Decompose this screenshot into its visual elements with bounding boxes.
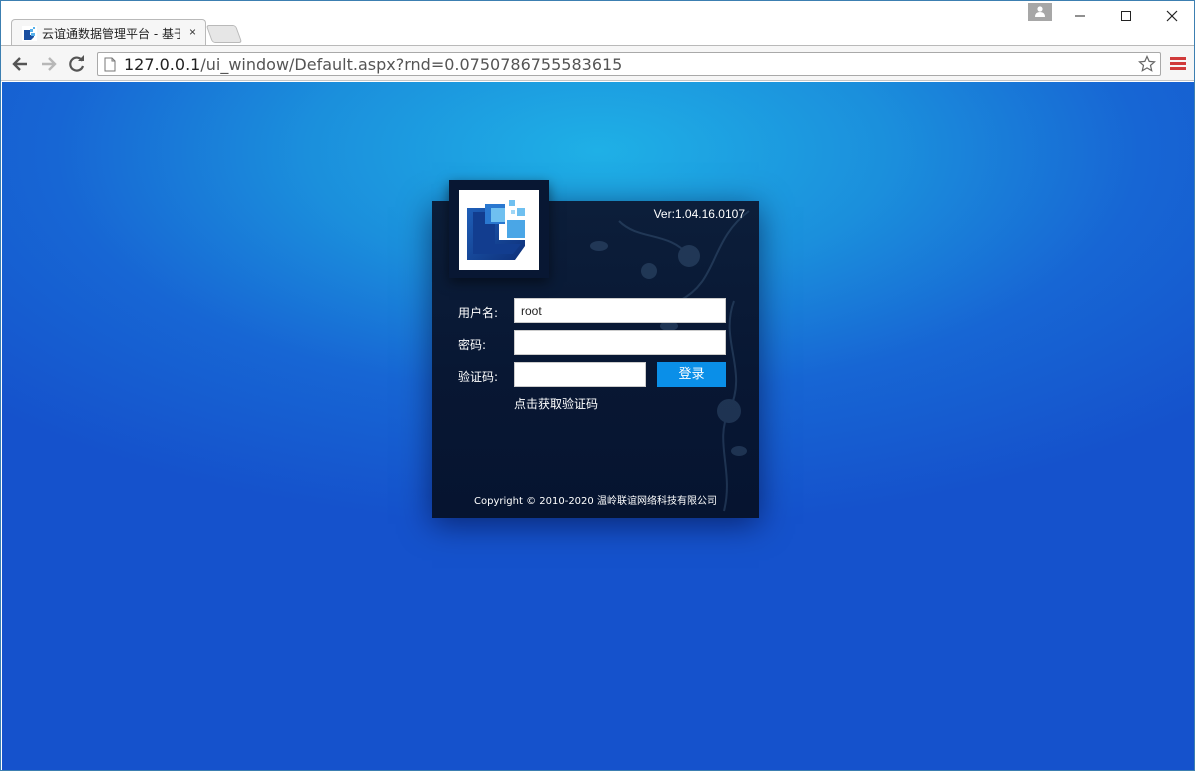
url-path: /ui_window/Default.aspx?rnd=0.0750786755… [200,55,623,74]
page-viewport: Ver:1.04.16.0107 用户名: 密码: 验证码: 登录 点击获取验证… [2,82,1194,770]
browser-toolbar: 127.0.0.1/ui_window/Default.aspx?rnd=0.0… [1,45,1194,81]
bookmark-star-icon[interactable] [1138,55,1156,73]
address-bar[interactable]: 127.0.0.1/ui_window/Default.aspx?rnd=0.0… [97,52,1161,76]
username-label: 用户名: [458,306,499,320]
title-bar: 云谊通数据管理平台 - 基于 × [1,1,1194,45]
minimize-button[interactable] [1057,1,1103,31]
url-text: 127.0.0.1/ui_window/Default.aspx?rnd=0.0… [124,55,622,74]
reload-icon[interactable] [67,54,87,74]
minimize-icon [1075,15,1085,17]
app-logo-icon [22,26,37,41]
user-icon [1035,6,1045,17]
version-label: Ver:1.04.16.0107 [653,207,745,221]
close-tab-icon[interactable]: × [189,25,196,39]
url-host: 127.0.0.1 [124,55,201,74]
back-arrow-icon[interactable] [10,54,30,74]
login-button[interactable]: 登录 [657,362,726,387]
maximize-button[interactable] [1103,1,1149,31]
menu-icon[interactable] [1170,57,1186,71]
close-window-button[interactable] [1149,1,1195,31]
page-icon [104,57,116,72]
forward-arrow-icon[interactable] [39,54,59,74]
tab-title: 云谊通数据管理平台 - 基于 [42,27,180,41]
close-icon [1166,10,1178,22]
captcha-label: 验证码: [458,370,499,384]
username-input[interactable] [514,298,726,323]
get-captcha-link[interactable]: 点击获取验证码 [514,395,598,412]
password-input[interactable] [514,330,726,355]
browser-tab[interactable]: 云谊通数据管理平台 - 基于 × [11,19,206,45]
password-label: 密码: [458,338,487,352]
browser-window: 云谊通数据管理平台 - 基于 × 127.0.0.1/ui_window/Def… [0,0,1195,771]
profile-button[interactable] [1028,3,1052,21]
app-logo-icon [467,200,525,260]
logo [459,190,539,270]
logo-box [449,180,549,278]
captcha-input[interactable] [514,362,646,387]
floral-decoration [590,210,750,512]
new-tab-button[interactable] [205,25,243,43]
maximize-icon [1121,11,1131,21]
copyright-text: Copyright © 2010-2020 温岭联谊网络科技有限公司 [474,496,717,507]
